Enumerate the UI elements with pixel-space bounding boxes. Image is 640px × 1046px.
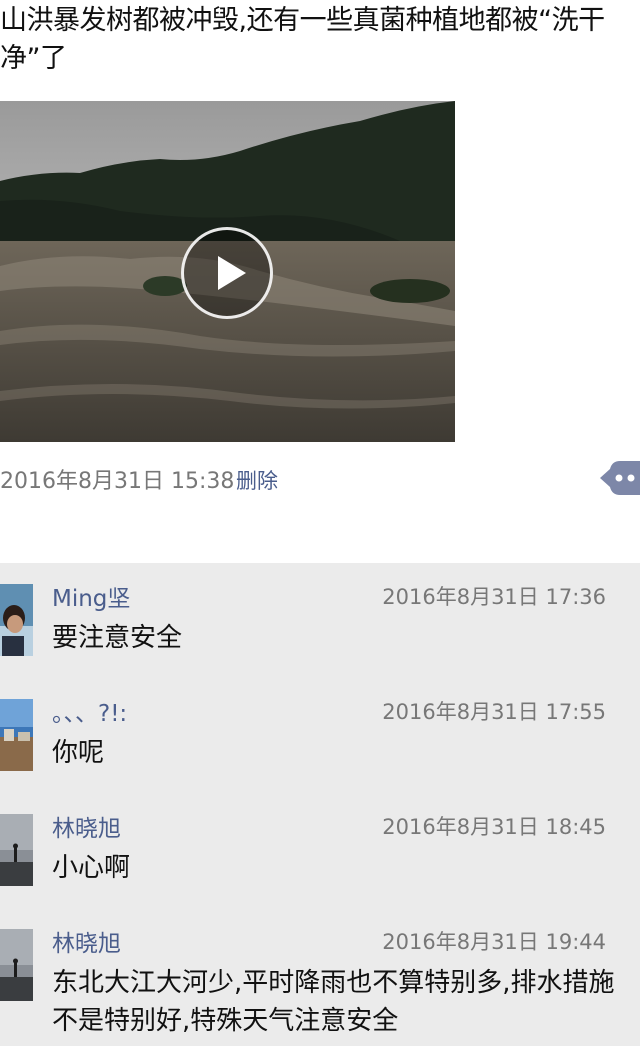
comment-author[interactable]: 林晓旭 (52, 924, 121, 958)
comment-author[interactable]: Ming坚 (52, 579, 130, 613)
comment-item: Ming坚 2016年8月31日 17:36 要注意安全 (0, 563, 640, 678)
avatar[interactable] (0, 929, 33, 1001)
comment-text: 东北大江大河少,平时降雨也不算特别多,排水措施不是特别好,特殊天气注意安全 (52, 968, 615, 1036)
avatar-image (0, 929, 33, 1001)
comment-section: Ming坚 2016年8月31日 17:36 要注意安全 。、、?!: 2016… (0, 563, 640, 1046)
post-timestamp: 2016年8月31日 15:38 (0, 469, 235, 494)
comment-author[interactable]: 林晓旭 (52, 809, 121, 843)
comment-text: 要注意安全 (52, 623, 183, 653)
comment-author[interactable]: 。、、?!: (52, 694, 127, 728)
comment-item: 林晓旭 2016年8月31日 19:44 东北大江大河少,平时降雨也不算特别多,… (0, 908, 640, 1046)
comment-text: 你呢 (52, 738, 105, 768)
delete-link[interactable]: 删除 (236, 465, 278, 495)
comment-item: 。、、?!: 2016年8月31日 17:55 你呢 (0, 678, 640, 793)
avatar[interactable] (0, 584, 33, 656)
video-thumbnail[interactable] (0, 101, 455, 442)
post-text: 山洪暴发树都被冲毁,还有一些真菌种植地都被“洗干净”了 (0, 5, 605, 74)
play-icon[interactable] (181, 227, 273, 319)
more-dots-icon[interactable] (600, 461, 640, 495)
avatar-image (0, 814, 33, 886)
avatar[interactable] (0, 699, 33, 771)
comment-time: 2016年8月31日 17:55 (382, 700, 606, 724)
avatar-image (0, 584, 33, 656)
comment-time: 2016年8月31日 19:44 (382, 930, 606, 954)
comment-text: 小心啊 (52, 853, 131, 883)
comment-item: 林晓旭 2016年8月31日 18:45 小心啊 (0, 793, 640, 908)
avatar-image (0, 699, 33, 771)
more-dots-shape (600, 461, 640, 495)
avatar[interactable] (0, 814, 33, 886)
comment-time: 2016年8月31日 18:45 (382, 815, 606, 839)
comment-time: 2016年8月31日 17:36 (382, 585, 606, 609)
